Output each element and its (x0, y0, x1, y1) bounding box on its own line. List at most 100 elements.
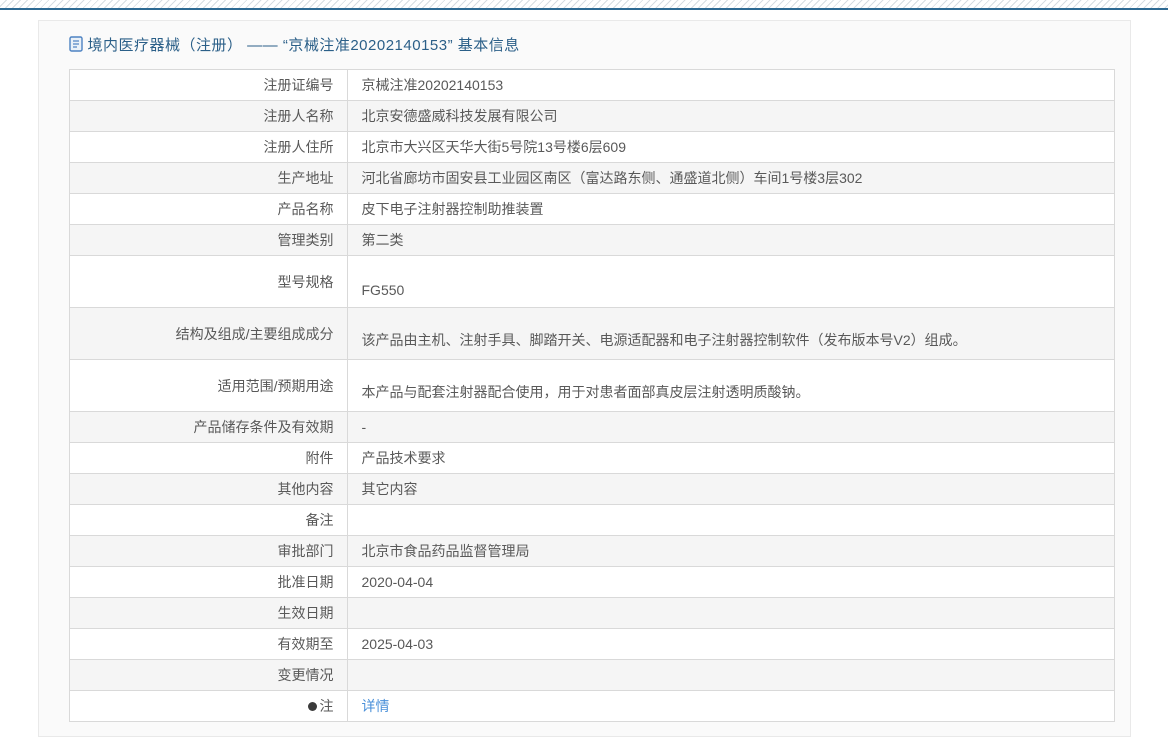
field-value-cell: 第二类 (348, 225, 1114, 255)
field-label-cell: 产品名称 (70, 194, 348, 224)
table-row: 管理类别 第二类 (69, 225, 1114, 256)
field-label: 有效期至 (277, 636, 334, 652)
field-label-cell: 批准日期 (70, 567, 348, 597)
field-label-cell: 生产地址 (70, 163, 348, 193)
field-value: 2020-04-04 (361, 574, 434, 590)
field-value: 北京市大兴区天华大街5号院13号楼6层609 (361, 139, 627, 155)
field-label-cell: 注 (70, 691, 348, 721)
field-value: 北京市食品药品监督管理局 (361, 543, 530, 559)
field-value: FG550 (361, 282, 405, 298)
field-value-cell: 河北省廊坊市固安县工业园区南区（富达路东侧、通盛道北侧）车间1号楼3层302 (348, 163, 1114, 193)
field-value-cell: 北京市大兴区天华大街5号院13号楼6层609 (348, 132, 1114, 162)
field-value: 北京安德盛威科技发展有限公司 (361, 108, 558, 124)
field-value: - (361, 419, 367, 435)
field-label: 注册证编号 (263, 77, 334, 93)
field-value: 该产品由主机、注射手具、脚踏开关、电源适配器和电子注射器控制软件（发布版本号V2… (361, 332, 967, 348)
table-row: 注 详情 (69, 691, 1114, 722)
field-label-cell: 型号规格 (70, 256, 348, 307)
field-value-cell: 其它内容 (348, 474, 1114, 504)
detail-link[interactable]: 详情 (362, 696, 390, 716)
note-bulb-icon (307, 701, 317, 711)
field-value-cell: 2020-04-04 (348, 567, 1114, 597)
table-row: 适用范围/预期用途 本产品与配套注射器配合使用，用于对患者面部真皮层注射透明质酸… (69, 360, 1114, 412)
field-label-cell: 注册人住所 (70, 132, 348, 162)
content-panel: 境内医疗器械（注册） —— “京械注准20202140153” 基本信息 注册证… (37, 20, 1131, 737)
field-value-cell: 详情 (348, 691, 1114, 721)
field-value: 皮下电子注射器控制助推装置 (361, 201, 544, 217)
field-label: 变更情况 (277, 667, 334, 683)
top-accent-line (0, 8, 1168, 10)
field-label-cell: 审批部门 (70, 536, 348, 566)
table-row: 产品名称 皮下电子注射器控制助推装置 (69, 194, 1114, 225)
field-label-cell: 结构及组成/主要组成成分 (70, 308, 348, 359)
field-value-cell: 产品技术要求 (348, 443, 1114, 473)
field-label-cell: 产品储存条件及有效期 (70, 412, 348, 442)
table-row: 变更情况 (69, 660, 1114, 691)
page-title: 境内医疗器械（注册） —— “京械注准20202140153” 基本信息 (87, 36, 520, 54)
table-row: 产品储存条件及有效期 - (69, 412, 1114, 443)
field-label-cell: 其他内容 (70, 474, 348, 504)
field-label-cell: 附件 (70, 443, 348, 473)
field-label: 审批部门 (277, 543, 334, 559)
field-value-cell: 京械注准20202140153 (348, 70, 1114, 100)
field-value-cell (348, 660, 1114, 690)
field-label: 结构及组成/主要组成成分 (175, 325, 334, 342)
table-row: 其他内容 其它内容 (69, 474, 1114, 505)
table-row: 审批部门 北京市食品药品监督管理局 (69, 536, 1114, 567)
field-value-cell: 本产品与配套注射器配合使用，用于对患者面部真皮层注射透明质酸钠。 (348, 360, 1114, 411)
page-title-bar: 境内医疗器械（注册） —— “京械注准20202140153” 基本信息 (68, 31, 1115, 57)
table-row: 注册人住所 北京市大兴区天华大街5号院13号楼6层609 (69, 132, 1114, 163)
field-label-cell: 有效期至 (70, 629, 348, 659)
table-row: 批准日期 2020-04-04 (69, 567, 1114, 598)
field-label-cell: 备注 (70, 505, 348, 535)
field-label-cell: 生效日期 (70, 598, 348, 628)
field-value-cell: 皮下电子注射器控制助推装置 (348, 194, 1114, 224)
field-value-cell: 北京市食品药品监督管理局 (348, 536, 1114, 566)
table-row: 有效期至 2025-04-03 (69, 629, 1114, 660)
field-label: 注册人住所 (263, 139, 334, 155)
field-value-cell: 该产品由主机、注射手具、脚踏开关、电源适配器和电子注射器控制软件（发布版本号V2… (348, 308, 1114, 359)
field-value: 河北省廊坊市固安县工业园区南区（富达路东侧、通盛道北侧）车间1号楼3层302 (361, 170, 863, 186)
field-label: 附件 (305, 450, 334, 466)
field-label-cell: 适用范围/预期用途 (70, 360, 348, 411)
field-label: 注册人名称 (263, 108, 334, 124)
field-value: 京械注准20202140153 (361, 77, 504, 93)
field-label: 产品名称 (277, 201, 334, 217)
field-label: 备注 (305, 512, 334, 528)
field-label-cell: 注册人名称 (70, 101, 348, 131)
field-label: 其他内容 (277, 481, 334, 497)
field-label-cell: 注册证编号 (70, 70, 348, 100)
table-row: 注册证编号 京械注准20202140153 (69, 70, 1114, 101)
table-row: 生产地址 河北省廊坊市固安县工业园区南区（富达路东侧、通盛道北侧）车间1号楼3层… (69, 163, 1114, 194)
field-value-cell: 北京安德盛威科技发展有限公司 (348, 101, 1114, 131)
field-value-cell: FG550 (348, 256, 1114, 307)
field-value-cell (348, 505, 1114, 535)
table-row: 结构及组成/主要组成成分 该产品由主机、注射手具、脚踏开关、电源适配器和电子注射… (69, 308, 1114, 360)
table-row: 生效日期 (69, 598, 1114, 629)
table-row: 型号规格 FG550 (69, 256, 1114, 308)
field-value: 2025-04-03 (361, 636, 434, 652)
field-value: 产品技术要求 (361, 450, 446, 466)
field-label: 注 (319, 698, 334, 714)
field-value-cell (348, 598, 1114, 628)
field-label: 生产地址 (277, 170, 334, 186)
field-label: 产品储存条件及有效期 (193, 419, 334, 435)
field-value: 其它内容 (361, 481, 418, 497)
top-decorative-stripes (0, 0, 1168, 8)
field-value-cell: 2025-04-03 (348, 629, 1114, 659)
field-label: 适用范围/预期用途 (217, 377, 334, 394)
document-icon (68, 36, 83, 52)
field-value-cell: - (348, 412, 1114, 442)
table-row: 注册人名称 北京安德盛威科技发展有限公司 (69, 101, 1114, 132)
field-label-cell: 变更情况 (70, 660, 348, 690)
table-row: 备注 (69, 505, 1114, 536)
table-row: 附件 产品技术要求 (69, 443, 1114, 474)
field-label: 生效日期 (277, 605, 334, 621)
field-label-cell: 管理类别 (70, 225, 348, 255)
field-value: 本产品与配套注射器配合使用，用于对患者面部真皮层注射透明质酸钠。 (361, 384, 810, 400)
field-label: 批准日期 (277, 574, 334, 590)
field-label: 型号规格 (277, 273, 334, 290)
field-label: 管理类别 (277, 232, 334, 248)
registration-info-table: 注册证编号 京械注准20202140153 注册人名称 北京安德盛威科技发展有限… (68, 69, 1115, 722)
field-value: 第二类 (361, 232, 404, 248)
